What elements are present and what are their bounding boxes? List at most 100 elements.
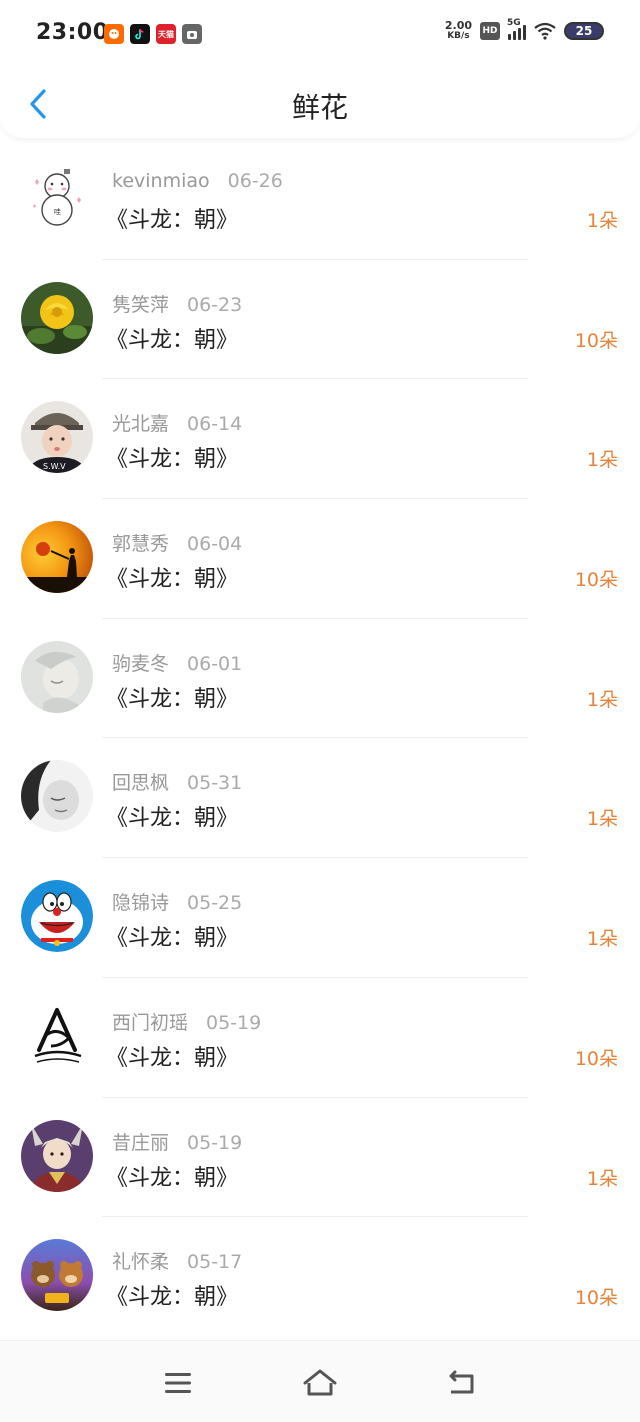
username[interactable]: 礼怀柔 [112,1251,169,1273]
book-title[interactable]: 《斗龙：朝》 [106,800,238,832]
flower-count: 10朵 [574,1047,618,1070]
gift-date: 05-25 [187,892,243,915]
hd-icon: HD [480,22,500,40]
list-item[interactable]: 哇 kevinmiao 06-26 《斗龙：朝》 1朵 [0,140,640,260]
book-title[interactable]: 《斗龙：朝》 [106,1040,238,1072]
girl-cap-avatar-icon: S.W.V [21,401,93,474]
avatar[interactable] [21,640,93,713]
book-title[interactable]: 《斗龙：朝》 [106,322,238,354]
flower-count: 1朵 [586,928,618,951]
flower-count: 1朵 [586,808,618,831]
username[interactable]: 西门初瑶 [112,1012,188,1034]
username[interactable]: 驹麦冬 [112,653,169,675]
battery-icon: 25 [564,22,604,40]
notification-icons: 天猫 [104,24,202,44]
avatar[interactable] [21,1239,93,1312]
status-bar: 23:00 天猫 2.00 KB/s HD 5G 25 [0,0,640,70]
list-item[interactable]: 隽笑萍 06-23 《斗龙：朝》 10朵 [0,260,640,380]
book-title[interactable]: 《斗龙：朝》 [106,1279,238,1311]
book-title[interactable]: 《斗龙：朝》 [106,1160,238,1192]
cartoon-bears-avatar-icon [21,1239,93,1312]
username[interactable]: 回思枫 [112,772,169,794]
status-time: 23:00 [36,20,109,45]
book-title[interactable]: 《斗龙：朝》 [106,561,238,593]
taobao-app-icon [104,24,124,44]
svg-text:S.W.V: S.W.V [43,462,66,471]
avatar[interactable] [21,1119,93,1192]
page-title: 鲜花 [291,91,348,124]
back-nav-button[interactable] [442,1365,482,1401]
gift-date: 06-26 [227,170,283,192]
flower-count: 10朵 [574,1287,618,1310]
avatar[interactable] [21,281,93,354]
avatar[interactable] [21,880,93,953]
book-title[interactable]: 《斗龙：朝》 [106,202,238,234]
avatar[interactable]: 哇 [21,162,93,234]
yellow-rose-avatar-icon [21,281,93,354]
user-meta: 隐锦诗 05-25 [112,888,242,915]
network-type: 5G [507,18,521,28]
doraemon-avatar-icon [21,880,93,953]
username[interactable]: 隽笑萍 [112,294,169,316]
user-meta: 郭慧秀 06-04 [112,529,242,556]
camera-app-icon [182,24,202,44]
username[interactable]: kevinmiao [112,170,210,192]
list-item[interactable]: 回思枫 05-31 《斗龙：朝》 1朵 [0,738,640,859]
net-speed-unit: KB/s [447,31,470,41]
username[interactable]: 郭慧秀 [112,533,169,555]
gift-date: 06-01 [187,652,243,675]
ink-logo-avatar-icon [21,999,93,1072]
signal-icon: 5G [507,18,526,40]
list-item[interactable]: 西门初瑶 05-19 《斗龙：朝》 10朵 [0,978,640,1098]
douyin-app-icon [130,24,150,44]
avatar[interactable] [21,521,93,594]
top-bar: 23:00 天猫 2.00 KB/s HD 5G 25 鲜花 [0,0,640,138]
list-item[interactable]: 昔庄丽 05-19 《斗龙：朝》 1朵 [0,1098,640,1218]
username[interactable]: 隐锦诗 [112,892,169,914]
home-button[interactable] [300,1365,340,1401]
tmall-app-icon: 天猫 [156,24,176,44]
username[interactable]: 光北嘉 [112,413,169,435]
flower-count: 1朵 [586,449,618,472]
gift-date: 05-19 [206,1011,262,1034]
book-title[interactable]: 《斗龙：朝》 [106,681,238,713]
svg-text:哇: 哇 [54,207,61,216]
page-header: 鲜花 [0,70,640,138]
gift-date: 05-17 [187,1251,243,1274]
gift-date: 06-14 [187,413,243,436]
flower-gift-list: 哇 kevinmiao 06-26 《斗龙：朝》 1朵 隽笑萍 06-23 《斗… [0,140,640,1337]
gift-date: 06-04 [187,533,243,556]
username[interactable]: 昔庄丽 [112,1132,169,1154]
flower-count: 1朵 [586,210,618,232]
flower-count: 10朵 [574,329,618,352]
sunset-silhouette-avatar-icon [21,521,93,594]
gift-date: 06-23 [187,293,243,316]
avatar[interactable] [21,760,93,833]
list-item[interactable]: 隐锦诗 05-25 《斗龙：朝》 1朵 [0,858,640,978]
book-title[interactable]: 《斗龙：朝》 [106,920,238,952]
user-meta: 礼怀柔 05-17 [112,1247,242,1274]
user-meta: 隽笑萍 06-23 [112,290,242,317]
user-meta: 西门初瑶 05-19 [112,1008,261,1035]
gift-date: 05-19 [187,1131,243,1154]
list-item[interactable]: S.W.V 光北嘉 06-14 《斗龙：朝》 1朵 [0,379,640,500]
back-icon [449,1370,474,1394]
net-speed-value: 2.00 [444,19,472,32]
battery-level: 25 [575,24,593,38]
list-item[interactable]: 礼怀柔 05-17 《斗龙：朝》 10朵 [0,1217,640,1337]
network-speed: 2.00 KB/s [445,20,472,42]
list-item[interactable]: 郭慧秀 06-04 《斗龙：朝》 10朵 [0,499,640,619]
snowman-avatar-icon: 哇 [21,162,93,234]
anime-character-avatar-icon [21,1119,93,1192]
book-title[interactable]: 《斗龙：朝》 [106,441,238,473]
user-meta: 昔庄丽 05-19 [112,1128,242,1155]
menu-button[interactable] [158,1365,198,1401]
wifi-icon [534,22,556,40]
avatar[interactable] [21,999,93,1072]
list-item[interactable]: 驹麦冬 06-01 《斗龙：朝》 1朵 [0,619,640,739]
avatar[interactable]: S.W.V [21,401,93,474]
flower-count: 1朵 [586,1167,618,1190]
system-nav-bar [0,1340,640,1422]
home-icon [303,1369,337,1396]
user-meta: kevinmiao 06-26 [112,170,283,192]
